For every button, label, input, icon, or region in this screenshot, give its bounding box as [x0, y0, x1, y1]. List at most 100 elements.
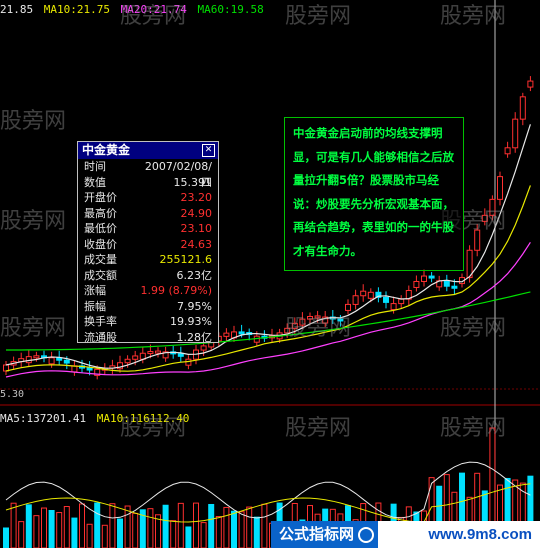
quote-info-window[interactable]: 中金黄金 ✕ 时间 2007/02/08/四 数值 15.391 开盘价 23.20 最高价…	[77, 141, 219, 345]
candle-body	[527, 80, 534, 88]
candle-body	[421, 275, 427, 282]
info-row-value: 24.63	[180, 237, 213, 251]
volume-bar	[147, 508, 154, 548]
volume-ma-legend: MA5:137201.41 MA10:116112.40	[0, 412, 193, 428]
info-row: 收盘价 24.63	[78, 237, 218, 253]
price-low-label: 5.30	[0, 389, 25, 400]
volume-bar	[208, 503, 215, 548]
volume-bar	[124, 505, 131, 548]
volume-bar	[25, 504, 32, 548]
candle-body	[504, 147, 511, 155]
candle-body	[497, 176, 503, 200]
volume-bar	[86, 523, 93, 548]
candle-body	[512, 118, 519, 149]
candle-body	[519, 96, 526, 120]
volume-bar	[33, 515, 40, 548]
candle-body	[474, 229, 481, 251]
volume-bar	[41, 507, 47, 548]
info-row: 成交量 255121.6	[78, 252, 218, 268]
volume-bar	[185, 526, 192, 548]
info-row: 最高价 24.90	[78, 206, 218, 222]
candle-body	[360, 290, 367, 297]
info-row: 最低价 23.10	[78, 221, 218, 237]
candle-body	[155, 350, 161, 354]
candle-body	[33, 355, 40, 359]
volume-bar	[231, 510, 237, 548]
candle-body	[413, 280, 420, 288]
candle-body	[443, 280, 450, 287]
candle-body	[307, 316, 313, 320]
info-row: 振幅 7.95%	[78, 299, 218, 315]
volume-bar	[3, 527, 9, 548]
volume-bar	[170, 520, 177, 548]
candle-body	[147, 351, 154, 355]
candle-body	[383, 296, 389, 303]
volume-bar	[56, 512, 63, 548]
info-window-title[interactable]: 中金黄金 ✕	[78, 142, 218, 159]
site-banner[interactable]: 公式指标网 www.9m8.com	[271, 521, 540, 548]
info-row-value: 2007/02/08/四	[144, 160, 212, 189]
banner-brand-label: 公式指标网	[279, 525, 355, 543]
volume-bar	[238, 511, 245, 548]
candle-body	[291, 322, 298, 329]
annotation-text: 中金黄金启动前的均线支撑明显，可是有几人能够相信之后放量拉升翻5倍？股票股市马经…	[293, 126, 454, 258]
annotation-box: 中金黄金启动前的均线支撑明显，可是有几人能够相信之后放量拉升翻5倍？股票股市马经…	[284, 117, 464, 271]
close-icon[interactable]: ✕	[202, 144, 215, 157]
volume-bar	[162, 504, 169, 548]
main-ma-legend: 21.85 MA10:21.75 MA20:21.74 MA60:19.58	[0, 3, 268, 19]
ma20-value: MA20:21.74	[120, 3, 187, 16]
info-row-value: 24.90	[180, 206, 213, 220]
info-row-value: 1.28亿	[176, 330, 213, 344]
info-row: 涨幅 1.99 (8.79%)	[78, 283, 218, 299]
volume-bar	[101, 524, 108, 548]
info-row-value: 19.93%	[170, 315, 212, 328]
ma60-value: MA60:19.58	[197, 3, 264, 16]
info-row: 成交额 6.23亿	[78, 268, 218, 284]
info-row-key: 开盘价	[84, 191, 117, 204]
candle-body	[63, 359, 70, 364]
brand-logo-icon	[358, 526, 375, 543]
candle-body	[398, 298, 405, 305]
info-row-key: 成交额	[84, 268, 117, 282]
candle-body	[337, 318, 344, 322]
ma10-value: MA10:21.75	[43, 3, 110, 16]
candle-body	[352, 295, 359, 305]
candle-body	[299, 318, 306, 326]
candle-body	[48, 357, 55, 365]
info-row-key: 换手率	[84, 315, 117, 328]
candle-body	[223, 332, 230, 337]
info-row-value: 15.391	[173, 175, 213, 189]
volume-bar	[215, 516, 222, 548]
info-row-value: 7.95%	[177, 299, 212, 313]
candle-body	[489, 198, 496, 216]
banner-url[interactable]: www.9m8.com	[428, 521, 532, 548]
candle-body	[238, 331, 245, 335]
vol-ma5-value: MA5:137201.41	[0, 412, 87, 425]
info-row-value: 6.23亿	[176, 268, 213, 282]
volume-bar	[132, 512, 139, 548]
info-row-key: 成交量	[84, 253, 117, 266]
volume-bar	[10, 502, 17, 548]
info-row: 流通股 1.28亿	[78, 330, 218, 346]
volume-bar	[246, 506, 253, 548]
candle-body	[390, 303, 397, 311]
info-row-key: 振幅	[84, 299, 106, 313]
volume-bar	[177, 502, 184, 548]
candle-body	[132, 355, 139, 360]
candle-body	[314, 315, 321, 319]
info-rows: 时间 2007/02/08/四 数值 15.391 开盘价 23.20 最高价 24.90 最低…	[78, 159, 218, 345]
candle-body	[200, 345, 207, 351]
candle-body	[124, 358, 131, 364]
candle-body	[451, 285, 458, 289]
candle-body	[25, 356, 32, 364]
vol-ma10-value: MA10:116112.40	[96, 412, 190, 425]
volume-bar	[94, 502, 101, 548]
candle-body	[177, 353, 184, 357]
candle-body	[345, 303, 351, 311]
volume-bar	[117, 518, 123, 548]
candle-body	[428, 275, 435, 279]
volume-bar	[18, 521, 25, 548]
banner-brand[interactable]: 公式指标网	[271, 521, 379, 548]
info-row-key: 数值	[84, 175, 106, 189]
candle-body	[481, 214, 488, 222]
